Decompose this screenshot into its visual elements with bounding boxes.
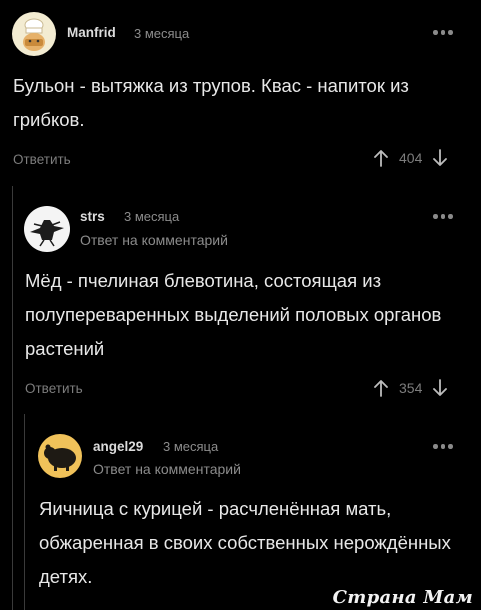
- avatar[interactable]: [12, 12, 56, 56]
- chef-avatar-icon: [23, 18, 45, 51]
- comment-time: 3 месяца: [163, 439, 219, 454]
- more-dots-icon[interactable]: [433, 444, 453, 449]
- reply-to-label[interactable]: Ответ на комментарий: [80, 232, 228, 248]
- comment-strs: strs 3 месяца Ответ на комментарий Мёд -…: [0, 186, 481, 414]
- avatar[interactable]: [24, 206, 70, 252]
- animal-avatar-icon: [44, 444, 76, 471]
- reply-button[interactable]: Ответить: [13, 152, 71, 167]
- author-name[interactable]: Manfrid: [67, 25, 116, 40]
- vote-controls: 404: [372, 149, 449, 167]
- author-name[interactable]: angel29: [93, 439, 143, 454]
- reply-button[interactable]: Ответить: [25, 381, 83, 396]
- arrow-down-icon[interactable]: [431, 149, 449, 167]
- more-dots-icon[interactable]: [433, 30, 453, 35]
- vote-count: 354: [399, 380, 423, 396]
- crow-avatar-icon: [30, 220, 64, 247]
- comment-text: Бульон - вытяжка из трупов. Квас - напит…: [13, 75, 409, 130]
- comment-time: 3 месяца: [124, 209, 180, 224]
- watermark: Страна Мам: [332, 587, 473, 608]
- arrow-down-icon[interactable]: [431, 379, 449, 397]
- arrow-up-icon[interactable]: [372, 149, 390, 167]
- arrow-up-icon[interactable]: [372, 379, 390, 397]
- vote-count: 404: [399, 150, 423, 166]
- avatar[interactable]: [38, 434, 82, 478]
- comment-manfrid: Manfrid 3 месяца Бульон - вытяжка из тру…: [0, 0, 481, 186]
- comment-angel29: angel29 3 месяца Ответ на комментарий Яи…: [0, 414, 481, 610]
- comment-text: Яичница с курицей - расчленённая мать, о…: [39, 498, 451, 587]
- comment-time: 3 месяца: [134, 26, 190, 41]
- author-name[interactable]: strs: [80, 209, 105, 224]
- more-dots-icon[interactable]: [433, 214, 453, 219]
- reply-to-label[interactable]: Ответ на комментарий: [93, 461, 241, 477]
- vote-controls: 354: [372, 379, 449, 397]
- comment-text: Мёд - пчелиная блевотина, состоящая из п…: [25, 270, 442, 359]
